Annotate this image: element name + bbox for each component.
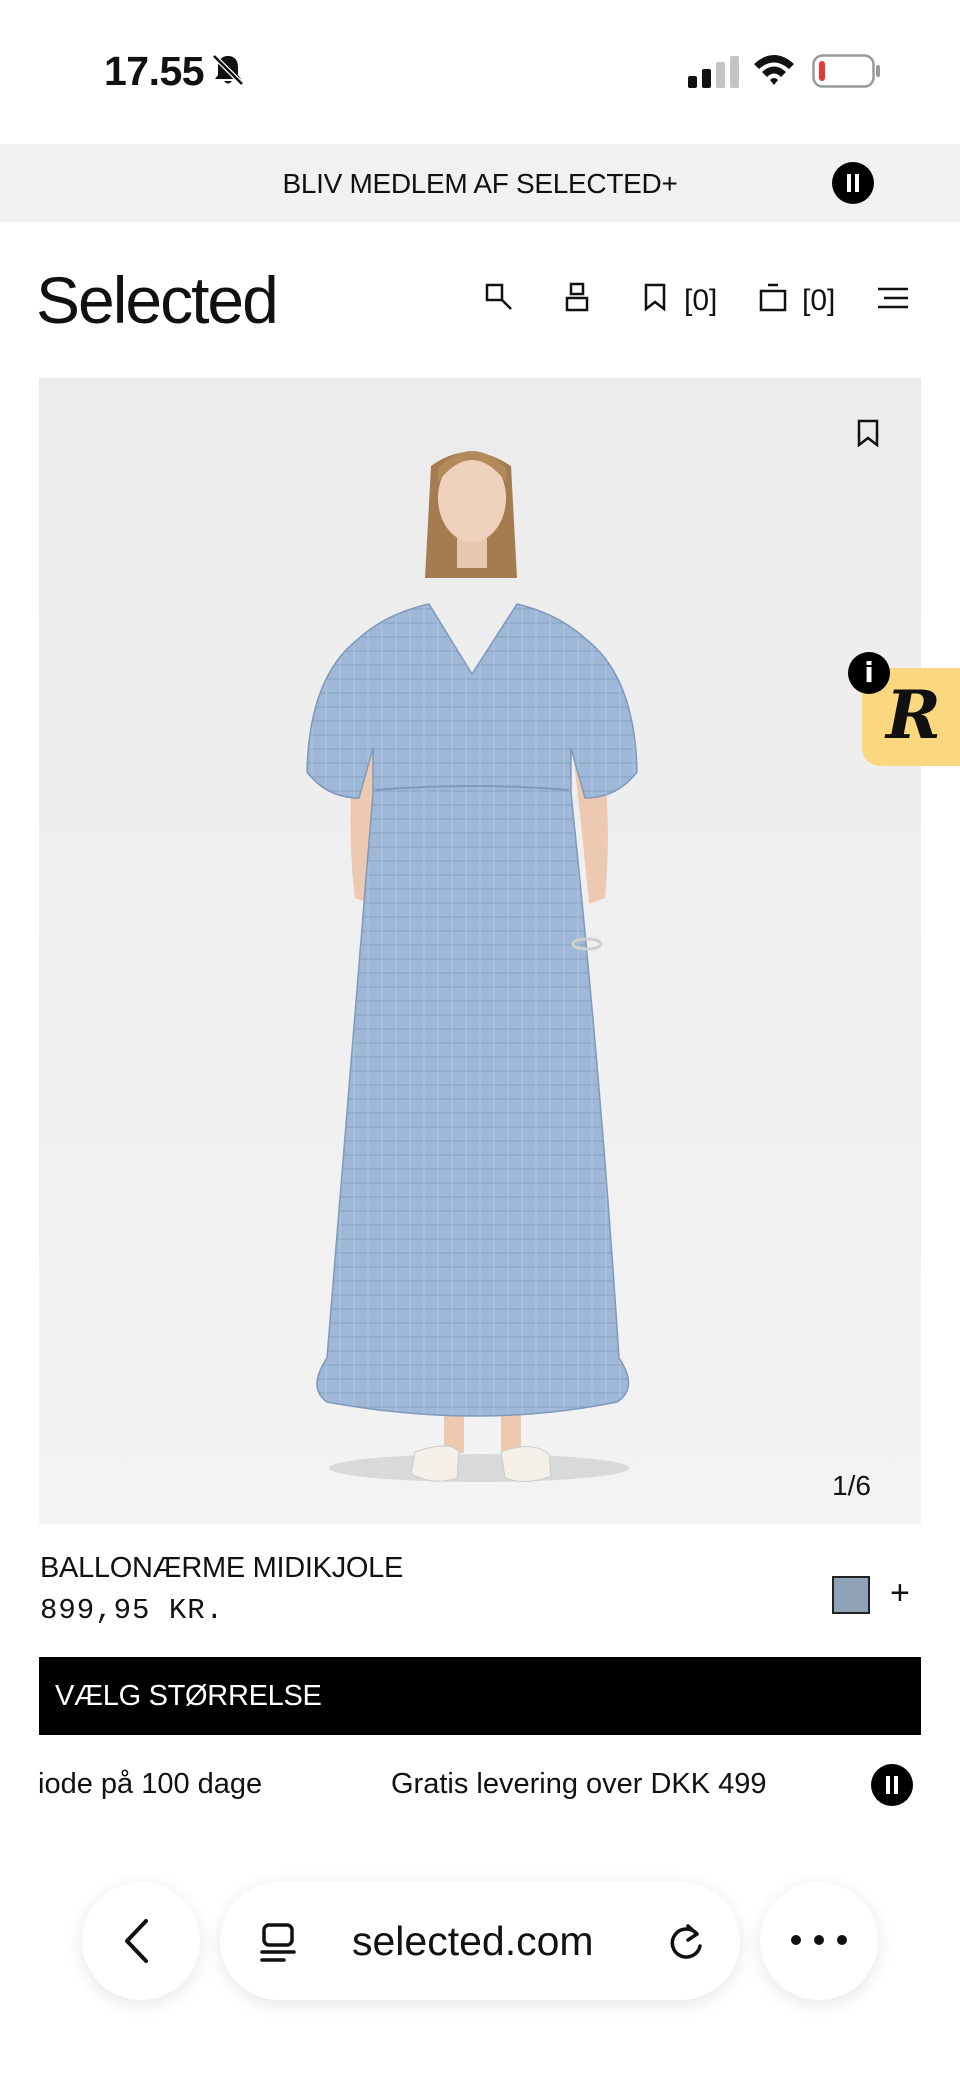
back-button[interactable]: [82, 1882, 200, 2000]
image-wishlist-icon[interactable]: [855, 418, 881, 448]
back-icon[interactable]: [122, 1918, 152, 1964]
address-bar[interactable]: selected.com: [220, 1882, 740, 2000]
image-counter: 1/6: [832, 1470, 871, 1501]
browser-toolbar: selected.com: [0, 1858, 960, 2081]
promo-text[interactable]: BLIV MEDLEM AF SELECTED+: [0, 168, 960, 200]
menu-icon[interactable]: [876, 286, 910, 310]
r-widget-letter[interactable]: R: [886, 676, 941, 754]
select-size-button[interactable]: VÆLG STØRRELSE: [39, 1657, 921, 1735]
battery-level: [819, 61, 825, 81]
promo-banner[interactable]: BLIV MEDLEM AF SELECTED+: [0, 144, 960, 222]
model-in-dress-image: [306, 451, 638, 1482]
wishlist-count[interactable]: [0]: [684, 284, 717, 318]
product-name: BALLONÆRME MIDIKJOLE: [40, 1552, 404, 1584]
product-price: 899,95 KR.: [40, 1594, 225, 1627]
wishlist-icon[interactable]: [642, 282, 668, 312]
tabs-icon[interactable]: [258, 1922, 298, 1962]
bag-icon[interactable]: [758, 282, 788, 312]
logo[interactable]: Selected: [36, 262, 279, 338]
info-icon[interactable]: i: [848, 652, 890, 694]
status-time: 17.55: [104, 48, 205, 94]
wifi-icon: [754, 55, 794, 85]
more-icon[interactable]: [790, 1934, 848, 1946]
promo-pause-icon[interactable]: [832, 162, 874, 204]
status-bar: 17.55: [0, 0, 960, 142]
color-swatch[interactable]: [832, 1576, 870, 1614]
signal-icon: [688, 56, 739, 88]
ticker-item: iode på 100 dage: [38, 1768, 263, 1800]
ticker-pause-icon[interactable]: [871, 1764, 913, 1806]
search-icon[interactable]: [484, 282, 514, 312]
dress-shape: [306, 603, 638, 1417]
product-image[interactable]: 1/6: [39, 378, 921, 1524]
battery-low-icon: [812, 54, 880, 88]
bag-count[interactable]: [0]: [802, 284, 835, 318]
usp-ticker: iode på 100 dage Gratis levering over DK…: [0, 1760, 960, 1810]
reload-icon[interactable]: [666, 1920, 706, 1962]
url-text[interactable]: selected.com: [352, 1918, 594, 1965]
more-colors-button[interactable]: +: [890, 1574, 910, 1613]
account-icon[interactable]: [564, 282, 590, 312]
more-button[interactable]: [760, 1882, 878, 2000]
bell-slash-icon: [212, 54, 244, 86]
ticker-item: Gratis levering over DKK 499: [391, 1768, 767, 1800]
site-header: Selected [0] [0]: [0, 222, 960, 378]
